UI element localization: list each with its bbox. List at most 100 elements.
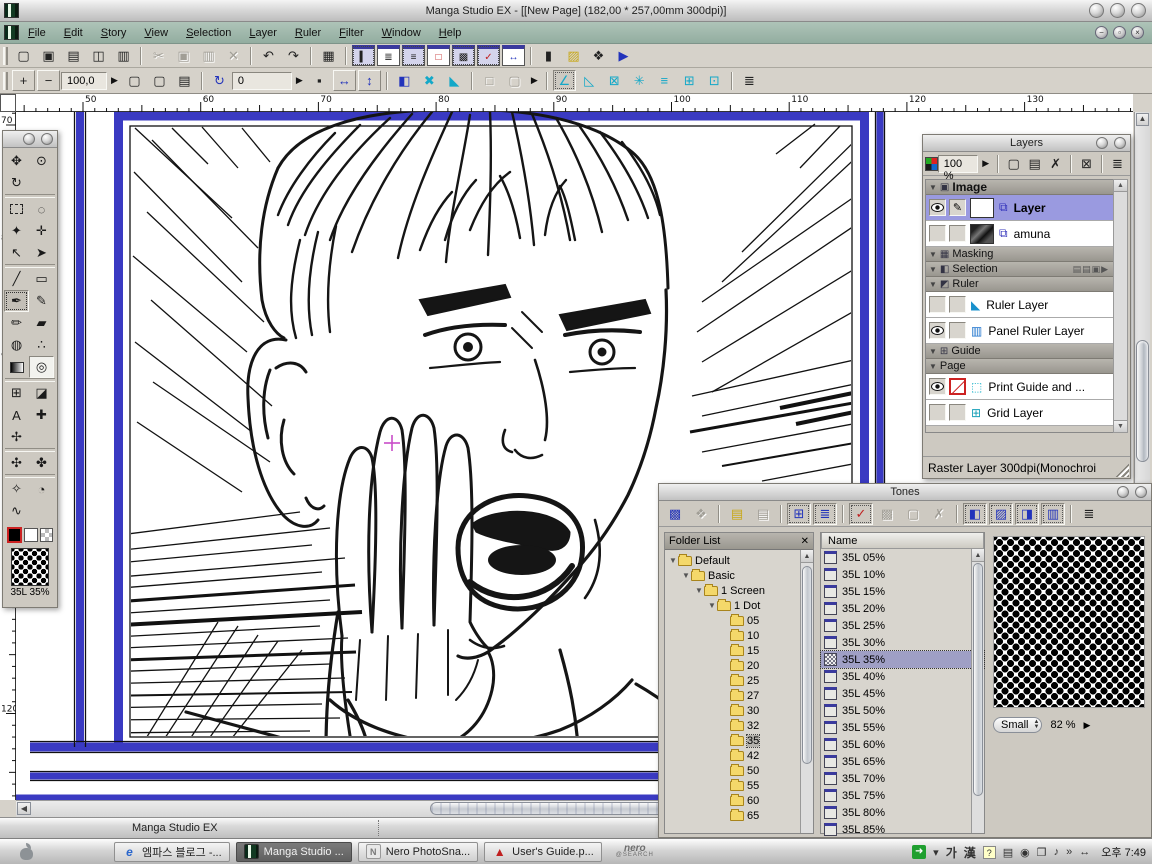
tone-folder-55[interactable]: 55 (665, 778, 813, 793)
show-tools-window-button[interactable]: ▍ (352, 45, 375, 66)
open-button[interactable]: ▤ (62, 45, 85, 66)
section-collapse-icon[interactable]: ▼ (929, 280, 937, 289)
zoom-in-button[interactable]: + (12, 70, 35, 91)
window-close-button[interactable] (1131, 3, 1146, 18)
opacity-menu-arrow[interactable]: ▶ (978, 158, 993, 169)
tone-item[interactable]: 35L 60% (821, 736, 984, 753)
flip-horizontal-button[interactable]: ↔ (333, 70, 356, 91)
snap-page-button[interactable]: ◧ (393, 70, 416, 91)
tone-folder-30[interactable]: 30 (665, 703, 813, 718)
layers-menu-button[interactable]: ≣ (1108, 154, 1127, 174)
layer-section-image[interactable]: ▼▣Image (926, 180, 1113, 195)
ime-expand-icon[interactable]: ▾ (933, 846, 939, 859)
folder-list-close-icon[interactable]: ✕ (801, 536, 809, 547)
view-list-button[interactable]: ≣ (813, 503, 837, 525)
tone-folder-27[interactable]: 27 (665, 688, 813, 703)
menu-view[interactable]: View (135, 24, 177, 42)
menu-selection[interactable]: Selection (177, 24, 240, 42)
rotate-value-field[interactable]: 0 (232, 72, 292, 90)
tone-item[interactable]: 35L 45% (821, 685, 984, 702)
show-pattern-view-button[interactable]: ▨ (989, 503, 1013, 525)
paste-button[interactable]: ▥ (197, 45, 220, 66)
task-button-ms[interactable]: Manga Studio ... (236, 842, 352, 862)
new-page-button[interactable]: ▢ (12, 45, 35, 66)
tone-folder-default[interactable]: ▼Default (665, 553, 813, 568)
preview-size-select[interactable]: Small ▲▼ (993, 717, 1042, 733)
ruler-triangle-button[interactable]: ◺ (578, 70, 601, 91)
save-button[interactable]: ◫ (87, 45, 110, 66)
tone-item[interactable]: 35L 85% (821, 821, 984, 838)
tone-check-button[interactable]: ✓ (849, 503, 873, 525)
layer-row[interactable]: ✎⧉Layer (926, 195, 1113, 221)
show-navigator-window-button[interactable]: □ (427, 45, 450, 66)
line-tool[interactable]: ╱ (4, 268, 29, 290)
tone-folder-20[interactable]: 20 (665, 658, 813, 673)
tone-folder-35[interactable]: 35 (665, 733, 813, 748)
layer-draw-checkbox[interactable] (949, 296, 966, 313)
select-layer-tool[interactable]: ➤ (29, 242, 54, 264)
tone-folder-1-screen[interactable]: ▼1 Screen (665, 583, 813, 598)
tone-item[interactable]: 35L 35% (821, 651, 984, 668)
copy-button[interactable]: ▣ (172, 45, 195, 66)
layer-visibility-checkbox[interactable] (929, 378, 946, 395)
layer-row[interactable]: ◣Ruler Layer (926, 292, 1113, 318)
toolbar-grip[interactable] (3, 47, 8, 65)
network-globe-icon[interactable]: ◉ (1020, 846, 1030, 859)
print-button[interactable]: ▦ (317, 45, 340, 66)
text-tool[interactable]: A (4, 404, 29, 426)
tone-item[interactable]: 35L 10% (821, 566, 984, 583)
move-tool[interactable]: ✛ (29, 220, 54, 242)
menu-filter[interactable]: Filter (330, 24, 372, 42)
toolbar-grip[interactable] (3, 72, 8, 90)
menu-story[interactable]: Story (92, 24, 136, 42)
volume-tray-icon[interactable]: ♪ (1054, 846, 1060, 858)
vertical-scroll-thumb[interactable] (1136, 340, 1149, 462)
ruler-guide-button[interactable]: ⊞ (678, 70, 701, 91)
preview-zoom-arrow[interactable]: ▶ (1084, 720, 1091, 731)
layer-section-masking[interactable]: ▼▦Masking (926, 247, 1113, 262)
tray-overflow-chevron[interactable]: » (1066, 846, 1072, 858)
pen-tool[interactable]: ✒ (4, 290, 29, 312)
lasso-tool[interactable]: ◌ (29, 198, 54, 220)
new-page-from-template-button[interactable]: ▣ (37, 45, 60, 66)
view-thumbnails-button[interactable]: ⊞ (787, 503, 811, 525)
marquee-tool[interactable] (4, 198, 29, 220)
layers-panel-collapse-button[interactable] (1096, 137, 1108, 149)
tone-folder-60[interactable]: 60 (665, 793, 813, 808)
save-all-button[interactable]: ▥ (112, 45, 135, 66)
layer-visibility-checkbox[interactable] (929, 296, 946, 313)
airbrush-tool[interactable]: ∴ (29, 334, 54, 356)
transparent-color-swatch[interactable] (40, 528, 53, 542)
tone-folder-1-dot[interactable]: ▼1 Dot (665, 598, 813, 613)
tone-item[interactable]: 35L 30% (821, 634, 984, 651)
layer-draw-checkbox[interactable] (949, 322, 966, 339)
pattern-pen-tool[interactable]: ✤ (29, 452, 54, 474)
zoom-tool[interactable]: ⊙ (29, 150, 54, 172)
selection-mode2-button[interactable]: ▢ (503, 70, 526, 91)
new-layer-button[interactable]: ▢ (1004, 154, 1023, 174)
layer-section-page[interactable]: ▼Page (926, 359, 1113, 374)
tree-expand-icon[interactable]: ▼ (708, 601, 717, 610)
ruler-lasso-tool[interactable]: ◔ (29, 478, 54, 500)
zoom-value-field[interactable]: 100,0 (61, 72, 107, 90)
eraser-tool[interactable]: ▰ (29, 312, 54, 334)
tone-list-header[interactable]: Name (821, 533, 984, 549)
rotate-menu-arrow[interactable]: ▶ (292, 75, 307, 86)
layer-section-ruler[interactable]: ▼◩Ruler (926, 277, 1113, 292)
layer-draw-checkbox[interactable]: ✎ (949, 199, 966, 216)
snap-tone-button[interactable]: ✖ (418, 70, 441, 91)
tones-menu-button[interactable]: ≣ (1077, 503, 1101, 525)
menu-help[interactable]: Help (430, 24, 471, 42)
paste-tone-button[interactable]: ▩ (663, 503, 687, 525)
tones-panel-collapse-button[interactable] (1117, 486, 1129, 498)
curve-ruler-tool[interactable]: ∿ (4, 500, 29, 522)
help-tray-icon[interactable]: ? (983, 846, 996, 859)
tools-palette-collapse-button[interactable] (23, 133, 35, 145)
show-story-window-button[interactable]: ≣ (377, 45, 400, 66)
selection-mode-button[interactable]: □ (478, 70, 501, 91)
tone-list-scrollbar[interactable]: ▲ (971, 549, 984, 833)
tone-item[interactable]: 35L 40% (821, 668, 984, 685)
ruler-pen-tool[interactable]: ✧ (4, 478, 29, 500)
menu-file[interactable]: File (19, 24, 55, 42)
tone-item[interactable]: 35L 65% (821, 753, 984, 770)
